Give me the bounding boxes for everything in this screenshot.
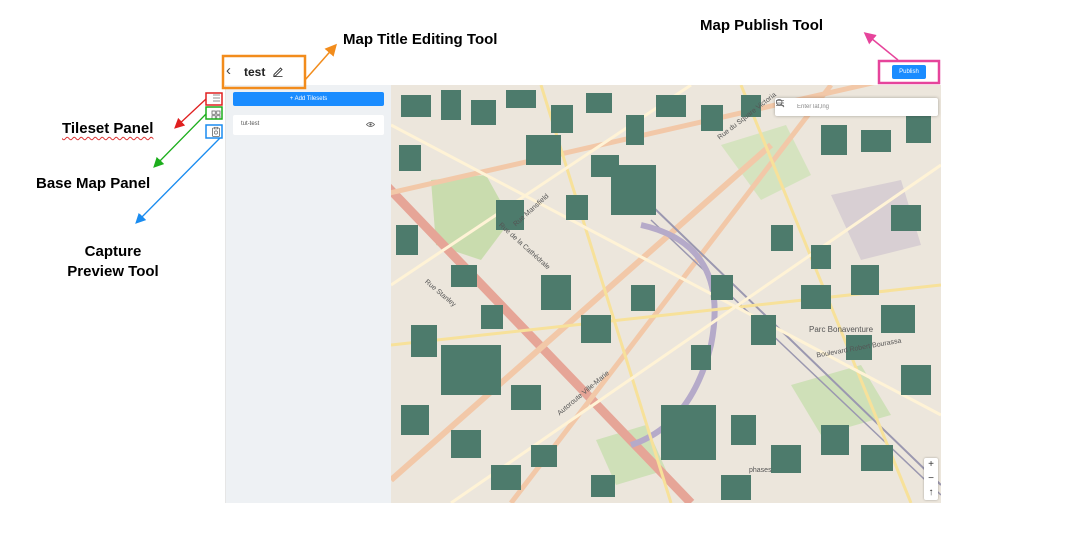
annotation-publish-tool: Map Publish Tool (700, 17, 824, 34)
annotation-tileset-panel-text: Tileset Panel (62, 120, 154, 137)
map-label-parc-bonaventure: Parc Bonaventure (809, 325, 874, 334)
eye-icon[interactable] (366, 121, 375, 128)
map-canvas[interactable]: Rue Mansfield Rue de la Cathédrale Rue S… (391, 85, 941, 503)
capture-icon[interactable] (210, 126, 222, 138)
compass-button[interactable]: ↑ (924, 486, 938, 500)
map-tiles (391, 85, 941, 503)
zoom-in-button[interactable]: + (924, 458, 938, 472)
tileset-list-icon[interactable] (210, 92, 222, 104)
tileset-panel: + Add Tilesets tut-test (226, 85, 391, 503)
basemap-arrow (153, 113, 207, 168)
search-icon[interactable] (775, 98, 785, 108)
annotation-capture-line2: Preview Tool (67, 263, 159, 280)
tileset-name: tut-test (241, 121, 260, 127)
tileset-item[interactable]: tut-test (233, 115, 384, 135)
annotation-capture-line1: Capture (84, 243, 142, 260)
annotation-title-tool: Map Title Editing Tool (343, 31, 498, 48)
grid-icon[interactable] (210, 109, 222, 121)
sidebar-icon-bar (206, 85, 226, 503)
annotation-capture-preview: Capture Preview Tool (54, 243, 172, 280)
add-tilesets-button[interactable]: + Add Tilesets (233, 92, 384, 106)
top-bar: ‹ test Publish (206, 55, 941, 85)
coordinate-search-input[interactable] (797, 101, 915, 113)
annotation-tileset-panel: Tileset Panel (62, 120, 153, 137)
map-label-phases: phases (749, 467, 772, 474)
zoom-control: + − ↑ (924, 458, 938, 500)
zoom-out-button[interactable]: − (924, 472, 938, 486)
map-search-box (775, 98, 938, 116)
back-icon[interactable]: ‹ (226, 63, 238, 78)
annotation-base-map-panel: Base Map Panel (36, 175, 151, 192)
map-editor-app: ‹ test Publish + Add Tilesets tut-test R… (206, 55, 941, 503)
publish-button[interactable]: Publish (892, 65, 926, 79)
tileset-arrow (174, 98, 207, 129)
map-title[interactable]: test (244, 65, 265, 79)
edit-icon[interactable] (272, 65, 284, 77)
